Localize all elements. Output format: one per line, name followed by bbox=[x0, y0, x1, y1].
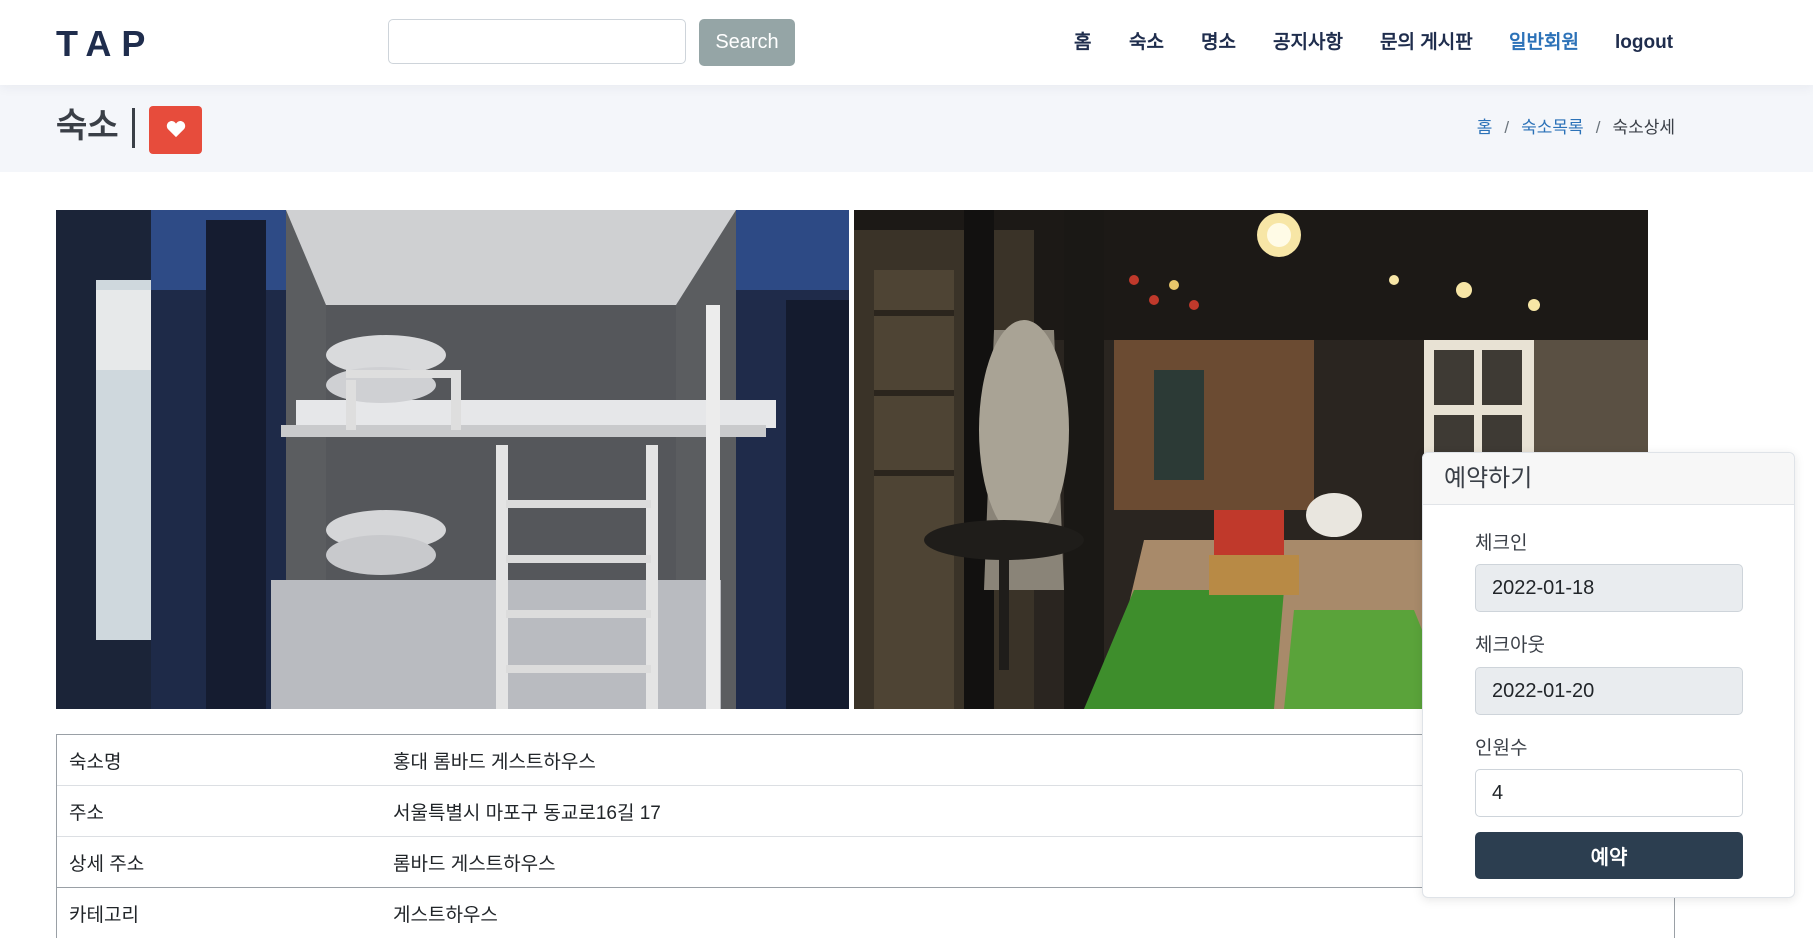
guests-field[interactable] bbox=[1475, 769, 1743, 817]
breadcrumb: 홈/숙소목록/숙소상세 bbox=[1477, 116, 1675, 140]
detail-label: 상세 주소 bbox=[57, 837, 382, 888]
detail-label: 숙소명 bbox=[57, 735, 382, 786]
search-input[interactable] bbox=[388, 19, 686, 64]
breadcrumb-lodging-list[interactable]: 숙소목록 bbox=[1521, 118, 1584, 137]
nav-attractions[interactable]: 명소 bbox=[1201, 28, 1236, 58]
favorite-button[interactable] bbox=[149, 106, 202, 154]
breadcrumb-separator: / bbox=[1584, 118, 1613, 137]
detail-label: 카테고리 bbox=[57, 888, 382, 938]
nav-lodging[interactable]: 숙소 bbox=[1129, 28, 1164, 58]
page-title: 숙소 bbox=[56, 106, 119, 146]
nav-home[interactable]: 홈 bbox=[1074, 28, 1091, 58]
breadcrumb-current: 숙소상세 bbox=[1612, 118, 1675, 137]
nav-logout[interactable]: logout bbox=[1615, 28, 1673, 58]
reserve-button[interactable]: 예약 bbox=[1475, 832, 1743, 879]
checkin-label: 체크인 bbox=[1475, 528, 1527, 555]
guests-label: 인원수 bbox=[1475, 733, 1527, 760]
gallery-image-1 bbox=[56, 210, 849, 709]
title-divider bbox=[132, 108, 135, 148]
breadcrumb-separator: / bbox=[1492, 118, 1521, 137]
checkin-date-field[interactable] bbox=[1475, 564, 1743, 612]
nav-notices[interactable]: 공지사항 bbox=[1273, 28, 1343, 58]
top-navbar: TAP Search 홈 숙소 명소 공지사항 문의 게시판 일반회원 logo… bbox=[0, 0, 1813, 85]
nav-member[interactable]: 일반회원 bbox=[1509, 28, 1579, 58]
checkout-date-field[interactable] bbox=[1475, 667, 1743, 715]
booking-card-title: 예약하기 bbox=[1423, 453, 1794, 505]
checkout-label: 체크아웃 bbox=[1475, 630, 1545, 657]
site-logo[interactable]: TAP bbox=[56, 22, 155, 66]
booking-card: 예약하기 체크인 체크아웃 인원수 예약 bbox=[1422, 452, 1795, 898]
detail-label: 주소 bbox=[57, 786, 382, 837]
heart-icon bbox=[166, 120, 186, 141]
nav-inquiry-board[interactable]: 문의 게시판 bbox=[1380, 28, 1473, 58]
breadcrumb-home[interactable]: 홈 bbox=[1477, 118, 1493, 137]
search-button[interactable]: Search bbox=[699, 19, 795, 66]
